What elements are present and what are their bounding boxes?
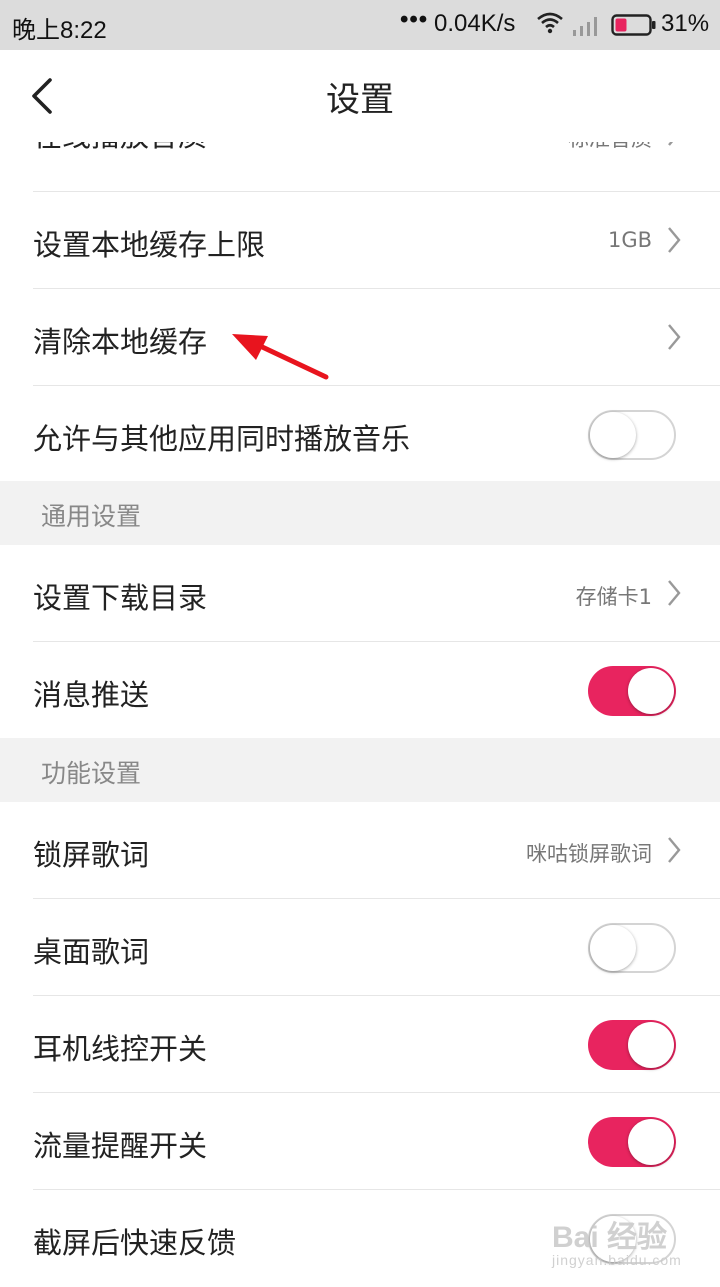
network-speed: 0.04K/s [434, 10, 516, 37]
settings-row-desktop-lyrics: 桌面歌词 [0, 899, 720, 996]
row-label: 耳机线控开关 [33, 1032, 208, 1066]
wifi-icon [537, 12, 563, 34]
settings-row-lockscreen-lyrics[interactable]: 锁屏歌词 咪咕锁屏歌词 [0, 802, 720, 899]
toggle-knob [628, 1119, 674, 1165]
toggle-knob [590, 925, 636, 971]
settings-row-download-dir[interactable]: 设置下载目录 存储卡1 [0, 545, 720, 642]
section-title: 功能设置 [41, 759, 142, 788]
battery-percent: 31% [661, 10, 710, 37]
row-label: 锁屏歌词 [33, 838, 150, 872]
more-notifications-icon: ••• [400, 6, 429, 33]
section-header-general: 通用设置 [0, 481, 720, 545]
row-label: 消息推送 [33, 678, 150, 712]
row-label: 设置下载目录 [33, 581, 208, 615]
row-label: 桌面歌词 [33, 935, 150, 969]
row-label: 设置本地缓存上限 [33, 228, 266, 262]
toggle-knob [628, 1022, 674, 1068]
chevron-right-icon [668, 227, 681, 253]
chevron-right-icon [668, 324, 681, 350]
app-header: 设置 [0, 50, 720, 142]
row-value: 1GB [607, 228, 652, 252]
section-header-function: 功能设置 [0, 738, 720, 802]
settings-row-clear-cache[interactable]: 清除本地缓存 [0, 289, 720, 386]
toggle-knob [590, 412, 636, 458]
chevron-right-icon [668, 580, 681, 606]
row-label: 允许与其他应用同时播放音乐 [33, 422, 411, 456]
section-title: 通用设置 [41, 502, 142, 531]
data-alert-toggle[interactable] [588, 1117, 676, 1167]
mix-audio-toggle[interactable] [588, 410, 676, 460]
row-label: 清除本地缓存 [33, 325, 208, 359]
settings-row-mix-audio: 允许与其他应用同时播放音乐 [0, 386, 720, 483]
headset-control-toggle[interactable] [588, 1020, 676, 1070]
page-title: 设置 [326, 80, 394, 120]
battery-icon [611, 14, 656, 36]
status-time: 晚上8:22 [12, 17, 107, 44]
chevron-right-icon [668, 837, 681, 863]
settings-row-headset-control: 耳机线控开关 [0, 996, 720, 1093]
toggle-knob [628, 668, 674, 714]
watermark: Bai 经验 jingyan.baidu.com [552, 1212, 682, 1268]
row-label: 流量提醒开关 [33, 1129, 208, 1163]
annotation-arrow-icon [232, 334, 329, 380]
watermark-url: jingyan.baidu.com [552, 1252, 682, 1268]
watermark-logo: Bai 经验 [552, 1221, 668, 1254]
settings-row-push: 消息推送 [0, 642, 720, 739]
desktop-lyrics-toggle[interactable] [588, 923, 676, 973]
row-label: 截屏后快速反馈 [33, 1226, 237, 1260]
row-value: 存储卡1 [575, 585, 652, 609]
row-value: 咪咕锁屏歌词 [526, 842, 652, 866]
push-toggle[interactable] [588, 666, 676, 716]
status-bar: 晚上8:22 ••• 0.04K/s 31% [0, 0, 720, 50]
settings-row-cache-limit[interactable]: 设置本地缓存上限 1GB [0, 192, 720, 289]
signal-icon [573, 17, 597, 36]
settings-row-data-alert: 流量提醒开关 [0, 1093, 720, 1190]
